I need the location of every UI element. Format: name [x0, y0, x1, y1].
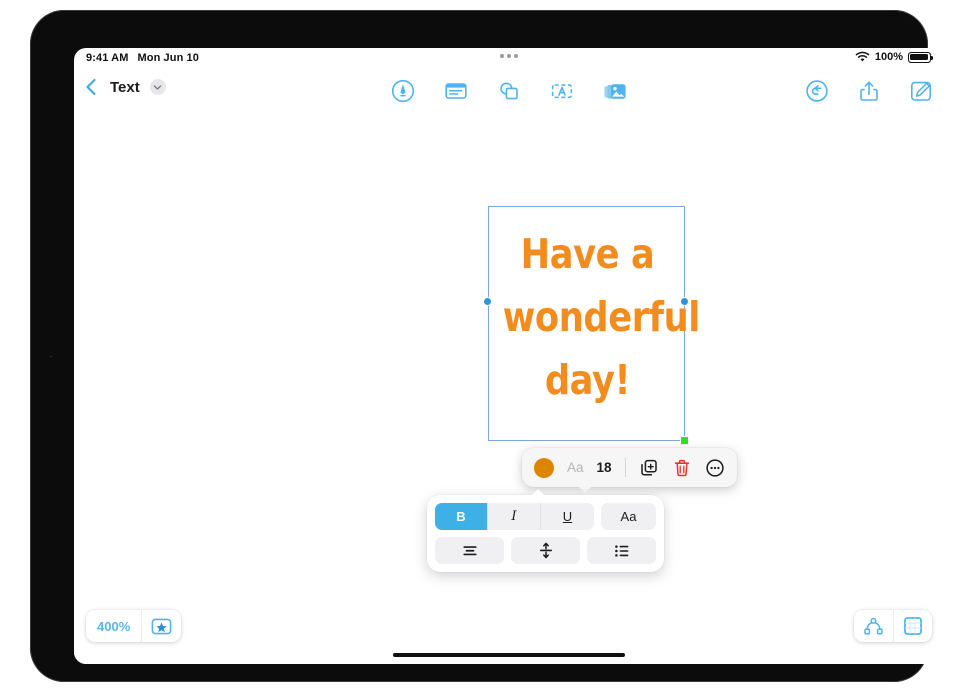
nav-bar-left: Text: [82, 76, 166, 98]
star-in-rectangle-icon: [151, 618, 172, 634]
line-spacing-button[interactable]: [511, 537, 580, 564]
font-style-button[interactable]: Aa: [601, 503, 656, 530]
status-bar: 9:41 AM Mon Jun 10 100%: [74, 48, 944, 72]
multitasking-dots-icon[interactable]: [500, 54, 518, 58]
status-date: Mon Jun 10: [137, 52, 199, 64]
toolbar-divider: [624, 458, 626, 477]
bulleted-list-button[interactable]: [587, 537, 656, 564]
zoom-level-value[interactable]: 400%: [86, 619, 141, 634]
bold-button[interactable]: B: [435, 503, 488, 530]
resize-handle-right[interactable]: [680, 297, 689, 306]
dot: [514, 54, 518, 58]
font-label[interactable]: Aa: [567, 460, 584, 475]
photos-stack-icon[interactable]: [602, 78, 628, 104]
document-canvas[interactable]: Have a wonderful day! Aa 18 B I U Aa 400…: [74, 114, 944, 664]
duplicate-squares-icon[interactable]: [639, 458, 659, 478]
resize-handle-left[interactable]: [483, 297, 492, 306]
wifi-icon: [855, 51, 870, 62]
text-style-panel: B I U Aa: [427, 489, 664, 572]
selected-text-object[interactable]: Have a wonderful day!: [488, 206, 701, 441]
text-box-icon[interactable]: [443, 78, 469, 104]
align-center-icon: [462, 545, 477, 555]
dot: [500, 54, 504, 58]
line-spacing-icon: [539, 542, 552, 559]
bezel-side-glyph: ·: [49, 351, 53, 361]
text-object-content: Have a wonderful day!: [502, 230, 701, 404]
text-alignment-button[interactable]: [435, 537, 504, 564]
ipad-screen: 9:41 AM Mon Jun 10 100% Text Have a wond…: [74, 48, 944, 664]
more-ellipsis-circle-icon[interactable]: [705, 458, 725, 478]
dot: [507, 54, 511, 58]
text-color-swatch[interactable]: [534, 457, 554, 478]
view-control-group: [854, 610, 932, 642]
underline-button[interactable]: U: [541, 503, 594, 530]
bulleted-list-icon: [614, 544, 628, 557]
pen-in-circle-icon[interactable]: [390, 78, 416, 104]
zoom-control-group: 400%: [86, 610, 182, 642]
status-time: 9:41 AM: [86, 52, 129, 64]
back-chevron-icon[interactable]: [82, 76, 100, 98]
compose-pencil-square-icon[interactable]: [908, 78, 934, 104]
ipad-device-frame: · 9:41 AM Mon Jun 10 100% Text Have a wo…: [30, 10, 944, 682]
status-bar-left: 9:41 AM Mon Jun 10: [86, 52, 199, 64]
page-view-button[interactable]: [894, 616, 932, 636]
favorite-button[interactable]: [142, 618, 181, 635]
navigation-bar: Text: [74, 72, 944, 114]
connections-view-button[interactable]: [854, 617, 893, 636]
share-up-arrow-icon[interactable]: [856, 78, 882, 104]
style-row-paragraph: [435, 537, 656, 564]
status-bar-right: 100%: [855, 51, 934, 63]
grid-page-icon: [904, 617, 922, 635]
page-title: Text: [110, 78, 140, 96]
node-graph-icon: [864, 617, 883, 634]
battery-full-icon: [908, 51, 934, 63]
chevron-down-icon[interactable]: [149, 79, 166, 95]
letter-a-frame-icon[interactable]: [549, 78, 575, 104]
text-style-segmented-control: B I U: [435, 503, 594, 530]
italic-button[interactable]: I: [488, 503, 541, 530]
style-row-typography: B I U Aa: [435, 503, 656, 530]
resize-handle-bottom-right[interactable]: [680, 436, 689, 445]
shapes-icon[interactable]: [496, 78, 522, 104]
trash-icon[interactable]: [672, 458, 692, 478]
font-size-value[interactable]: 18: [597, 460, 612, 475]
text-format-toolbar: Aa 18: [522, 448, 737, 493]
nav-bar-tools: [390, 78, 628, 104]
home-indicator: [393, 653, 625, 657]
battery-percent-label: 100%: [874, 51, 903, 63]
nav-bar-actions: [804, 78, 934, 104]
undo-circle-arrow-icon[interactable]: [804, 78, 830, 104]
